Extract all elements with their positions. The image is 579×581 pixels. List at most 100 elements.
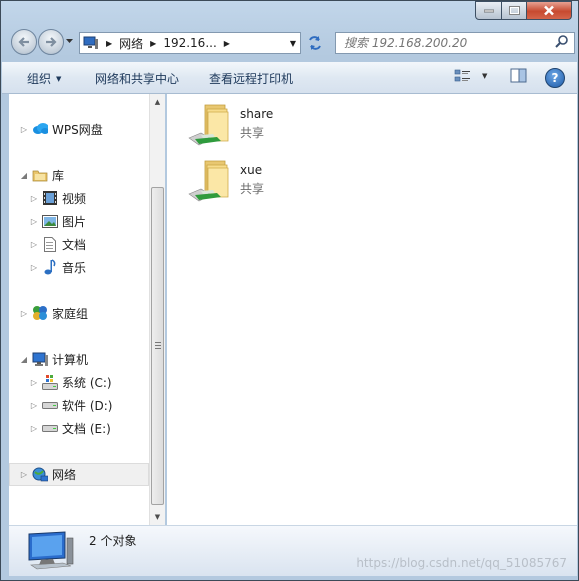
expand-arrow-icon[interactable]: ▷ (29, 378, 39, 387)
expand-arrow-icon[interactable]: ▷ (29, 240, 39, 249)
view-printers-label: 查看远程打印机 (209, 72, 294, 86)
sidebar-item-wps-cloud[interactable]: ▷ WPS网盘 (19, 119, 103, 139)
help-button[interactable]: ? (545, 68, 565, 88)
sidebar-item-homegroup[interactable]: ▷ 家庭组 (19, 303, 88, 323)
network-icon (32, 467, 48, 483)
network-sharing-label: 网络和共享中心 (95, 72, 180, 86)
refresh-icon (309, 36, 321, 50)
scroll-up-arrow-icon[interactable]: ▲ (150, 94, 165, 110)
sidebar-item-label: 图片 (62, 214, 87, 229)
system-drive-icon (42, 374, 58, 390)
breadcrumb-separator-icon[interactable]: ▶ (224, 39, 230, 48)
forward-button[interactable] (38, 29, 64, 55)
search-box[interactable] (335, 32, 575, 54)
breadcrumb-network[interactable]: 网络 (116, 35, 146, 52)
expand-arrow-icon[interactable]: ▷ (19, 309, 29, 318)
scroll-down-arrow-icon[interactable]: ▼ (150, 509, 165, 525)
network-computer-icon (25, 530, 75, 573)
sidebar-item-label: 视频 (62, 191, 87, 206)
library-icon (32, 167, 48, 183)
back-arrow-icon (18, 37, 29, 47)
computer-icon (32, 351, 48, 367)
change-view-button[interactable]: ▼ (454, 68, 487, 84)
expand-arrow-icon[interactable]: ▷ (29, 217, 39, 226)
collapse-arrow-icon[interactable]: ◢ (19, 171, 29, 180)
maximize-button[interactable] (502, 1, 527, 20)
minimize-button[interactable] (475, 1, 502, 20)
sidebar-item-drive-c[interactable]: ▷ 系统 (C:) (29, 372, 112, 392)
network-computer-icon (80, 33, 102, 53)
folder-type: 共享 (240, 182, 265, 196)
expand-arrow-icon[interactable]: ▷ (29, 194, 39, 203)
collapse-arrow-icon[interactable]: ◢ (19, 355, 29, 364)
folder-name: share (240, 107, 274, 121)
navigation-buttons (11, 29, 74, 55)
expand-arrow-icon[interactable]: ▷ (29, 401, 39, 410)
sidebar-item-documents[interactable]: ▷ 文档 (29, 234, 86, 254)
refresh-button[interactable] (303, 32, 327, 54)
sidebar-item-label: 系统 (C:) (62, 375, 112, 390)
sidebar-item-label: 网络 (52, 468, 77, 482)
sidebar-item-label: 库 (52, 168, 65, 183)
sidebar-item-libraries[interactable]: ◢ 库 (19, 165, 64, 185)
navigation-tree: ▷ WPS网盘 ◢ 库 ▷ 视频 ▷ 图片 ▷ 文档 ▷ 音乐 ▷ 家庭组 ◢ … (9, 94, 149, 525)
search-input[interactable] (336, 35, 546, 51)
pictures-icon (42, 213, 58, 229)
back-button[interactable] (11, 29, 37, 55)
sidebar-item-computer[interactable]: ◢ 计算机 (19, 349, 88, 369)
sidebar-item-videos[interactable]: ▷ 视频 (29, 188, 86, 208)
file-list: share 共享 xue 共享 (167, 94, 577, 525)
expand-arrow-icon[interactable]: ▷ (19, 125, 29, 134)
preview-pane-icon (510, 68, 527, 83)
expand-arrow-icon[interactable]: ▷ (19, 470, 29, 479)
sidebar-item-label: 计算机 (52, 352, 89, 367)
expand-arrow-icon[interactable]: ▷ (29, 263, 39, 272)
sidebar-item-label: 软件 (D:) (62, 398, 113, 413)
sidebar-item-label: 文档 (E:) (62, 421, 111, 436)
sidebar-item-drive-d[interactable]: ▷ 软件 (D:) (29, 395, 113, 415)
sidebar-item-label: 文档 (62, 237, 87, 252)
view-remote-printers-button[interactable]: 查看远程打印机 (209, 70, 293, 87)
documents-icon (42, 236, 58, 252)
recent-pages-dropdown[interactable] (64, 29, 74, 53)
sidebar-scrollbar[interactable]: ▲ ▼ (149, 94, 165, 525)
network-sharing-center-button[interactable]: 网络和共享中心 (95, 70, 179, 87)
organize-menu[interactable]: 组织 ▼ (27, 70, 61, 87)
folder-type: 共享 (240, 126, 265, 140)
preview-pane-button[interactable] (510, 68, 528, 87)
drive-icon (42, 420, 58, 436)
video-icon (42, 190, 58, 206)
scrollbar-thumb[interactable] (151, 187, 164, 505)
breadcrumb-separator-icon[interactable]: ▶ (150, 39, 156, 48)
chevron-down-icon: ▼ (56, 74, 62, 83)
sidebar-item-drive-e[interactable]: ▷ 文档 (E:) (29, 418, 111, 438)
sidebar-item-network[interactable]: ▷ 网络 (9, 463, 149, 486)
forward-arrow-icon (46, 37, 57, 47)
chevron-down-icon[interactable]: ▼ (482, 72, 487, 80)
maximize-icon (508, 6, 520, 15)
details-pane: 2 个对象 https://blog.csdn.net/qq_51085767 (9, 525, 577, 576)
sidebar-item-pictures[interactable]: ▷ 图片 (29, 211, 86, 231)
cloud-icon (32, 121, 48, 137)
sidebar-item-music[interactable]: ▷ 音乐 (29, 257, 86, 277)
help-icon: ? (551, 71, 559, 85)
sidebar-item-label: 家庭组 (52, 306, 89, 321)
search-icon[interactable] (555, 35, 568, 51)
minimize-icon (483, 9, 494, 12)
sidebar-item-label: WPS网盘 (52, 122, 103, 137)
shared-folder-xue[interactable]: xue 共享 (187, 157, 264, 205)
organize-label: 组织 (27, 72, 52, 86)
shared-folder-share[interactable]: share 共享 (187, 101, 273, 149)
breadcrumb-separator-icon[interactable]: ▶ (106, 39, 112, 48)
chevron-down-icon (65, 39, 73, 43)
breadcrumb-host[interactable]: 192.16... (160, 36, 219, 50)
shared-folder-icon (187, 157, 235, 205)
drive-icon (42, 397, 58, 413)
grip-icon (155, 342, 161, 351)
address-dropdown-icon[interactable]: ▼ (286, 39, 300, 48)
object-count: 2 个对象 (89, 534, 137, 548)
homegroup-icon (32, 305, 48, 321)
expand-arrow-icon[interactable]: ▷ (29, 424, 39, 433)
close-button[interactable] (527, 1, 572, 20)
address-bar[interactable]: ▶ 网络 ▶ 192.16... ▶ ▼ (79, 32, 301, 54)
